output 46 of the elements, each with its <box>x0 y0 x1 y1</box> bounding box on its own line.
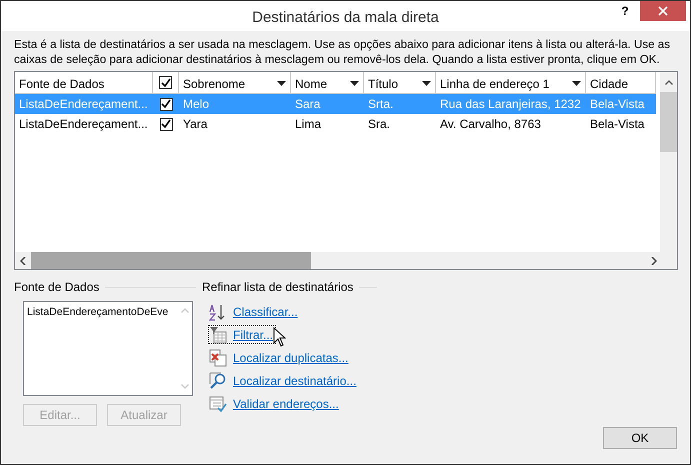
scroll-left-icon <box>20 256 26 264</box>
checkbox[interactable] <box>160 98 172 110</box>
scroll-right-icon <box>651 256 657 264</box>
refine-link[interactable]: Validar endereços... <box>233 394 339 412</box>
scroll-up-icon <box>664 80 672 84</box>
close-icon <box>658 6 668 16</box>
table-cell-text: Srta. <box>367 96 394 113</box>
help-button[interactable]: ? <box>610 1 640 21</box>
search-icon <box>209 372 227 390</box>
data-source-list[interactable]: ListaDeEndereçamentoDeEve <box>23 301 193 396</box>
filter-icon <box>209 326 227 344</box>
table-cell-text: ListaDeEndereçament... <box>18 96 149 113</box>
table-row[interactable]: ListaDeEndereçament... Yara Lima Sra. Av. Carvalho, 8763 Bela-Vista <box>15 114 656 134</box>
group-label: Fonte de Dados <box>14 279 100 296</box>
scroll-down-icon <box>181 384 189 389</box>
scroll-up-icon <box>181 308 189 313</box>
checkbox[interactable] <box>159 76 172 89</box>
refine-link[interactable]: Localizar destinatário... <box>233 372 356 390</box>
list-item[interactable]: ListaDeEndereçamentoDeEve <box>27 305 168 321</box>
table-cell-text: Av. Carvalho, 8763 <box>439 116 542 133</box>
sort-icon <box>209 302 227 320</box>
description-text: Esta é a lista de destinatários a ser usada na mesclagem. Use as opções abaixo para adicionar itens à lista ou alterá-la. Use as caixas de seleção para adicionar destinatários à mesclagem ou removê-los dela. Quando a lista estiver pronta, clique em OK. <box>14 37 672 67</box>
validate-icon <box>209 394 227 412</box>
checkbox[interactable] <box>160 118 172 130</box>
dropdown-arrow-icon <box>277 81 286 86</box>
table-cell-text: Sara <box>294 96 322 113</box>
table-cell-text: Sra. <box>367 116 392 133</box>
dropdown-arrow-icon <box>350 81 359 86</box>
horizontal-scrollbar[interactable] <box>15 252 677 269</box>
refine-link[interactable]: Localizar duplicatas... <box>233 348 348 366</box>
vertical-scrollbar[interactable] <box>660 72 677 252</box>
window-title: Destinatários da mala direta <box>252 8 439 28</box>
dropdown-arrow-icon <box>422 81 431 86</box>
close-button[interactable] <box>640 1 686 21</box>
dropdown-arrow-icon <box>572 81 581 86</box>
table-cell-text: Lima <box>294 116 322 133</box>
table-cell-text: Bela-Vista <box>589 96 646 113</box>
duplicates-icon <box>209 348 227 366</box>
table-cell-text: Melo <box>182 96 210 113</box>
table-cell-text: Bela-Vista <box>589 116 646 133</box>
table-cell-text: ListaDeEndereçament... <box>18 116 149 133</box>
table-cell-text: Rua das Laranjeiras, 1232 <box>439 96 582 113</box>
ok-button[interactable]: OK <box>603 427 677 449</box>
group-label: Refinar lista de destinatários <box>202 279 354 296</box>
refine-link[interactable]: Classificar... <box>233 302 298 320</box>
table-cell-text: Yara <box>182 116 208 133</box>
